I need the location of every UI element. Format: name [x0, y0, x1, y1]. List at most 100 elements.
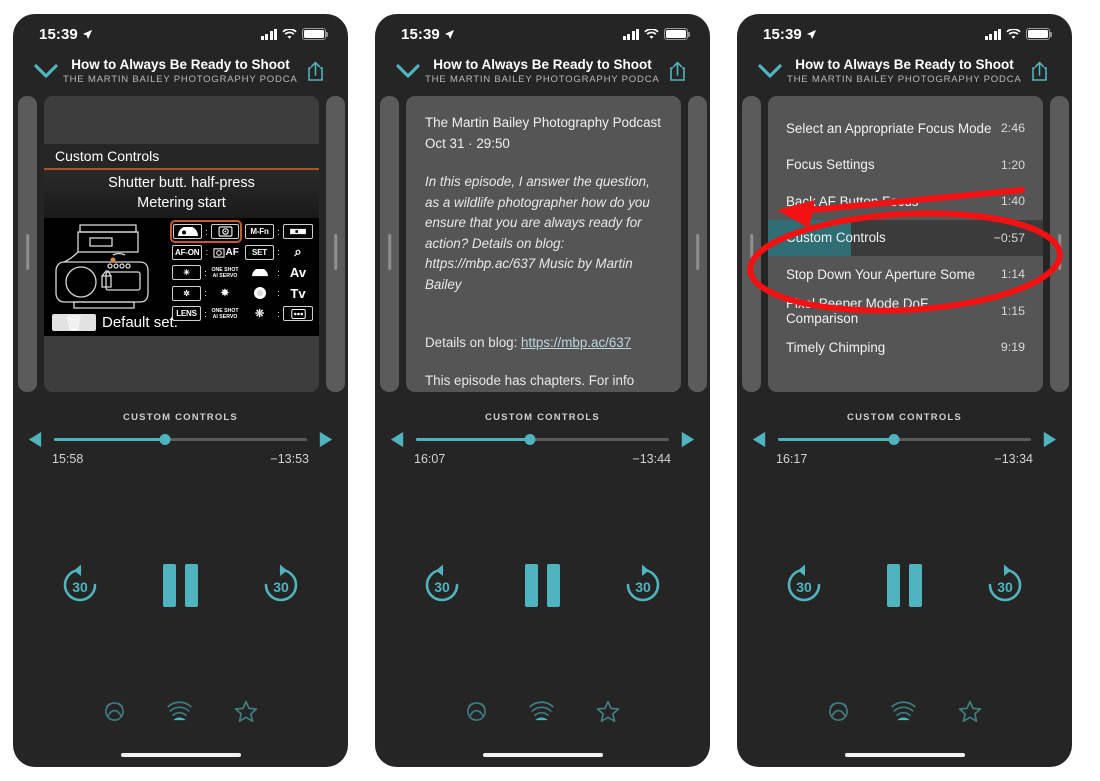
wifi-icon — [282, 28, 297, 39]
share-button[interactable] — [298, 61, 332, 82]
carousel-next-card[interactable] — [326, 96, 345, 392]
phone-screen-1: 15:39 How to Always Be Ready to Shoot TH… — [13, 14, 348, 767]
sleep-timer-button[interactable] — [828, 701, 849, 727]
aperture-icon: ✵ — [220, 287, 230, 299]
carousel-grip — [333, 234, 338, 270]
episode-title: How to Always Be Ready to Shoot — [795, 56, 1014, 72]
skip-forward-30-label: 30 — [997, 579, 1013, 595]
favorite-button[interactable] — [234, 700, 258, 728]
m-fn-key-label: M-Fn — [245, 224, 274, 239]
chapter-row[interactable]: Timely Chimping 9:19 — [768, 329, 1043, 366]
wifi-icon — [1006, 28, 1021, 39]
sleep-timer-button[interactable] — [466, 701, 487, 727]
remaining-time: −13:34 — [994, 452, 1033, 466]
artwork-carousel-3[interactable]: Select an Appropriate Focus Mode 2:46 Fo… — [737, 96, 1072, 404]
time-labels: 16:07 −13:44 — [388, 449, 697, 466]
share-button[interactable] — [660, 61, 694, 82]
progress-slider[interactable] — [416, 433, 669, 447]
chapter-list[interactable]: Select an Appropriate Focus Mode 2:46 Fo… — [768, 96, 1043, 392]
chapter-row-active[interactable]: Custom Controls −0:57 — [768, 219, 1043, 256]
status-bar: 15:39 — [13, 14, 348, 48]
progress-knob[interactable] — [159, 434, 171, 445]
next-chapter-button[interactable] — [678, 430, 697, 449]
camera-row-af-on: AF-ON : AF — [172, 243, 240, 262]
skip-back-30-button[interactable]: 30 — [781, 562, 827, 608]
previous-chapter-button[interactable] — [26, 430, 45, 449]
chapter-row[interactable]: Back AF Button Focus 1:40 — [768, 183, 1043, 220]
star-icon — [958, 700, 981, 722]
carousel-prev-card[interactable] — [742, 96, 761, 392]
home-indicator — [844, 752, 965, 757]
time-labels: 16:17 −13:34 — [750, 449, 1059, 466]
progress-knob[interactable] — [888, 434, 900, 445]
metering-start-icon — [211, 224, 239, 239]
row-separator: : — [204, 267, 207, 278]
phone-screen-3: 15:39 How to Always Be Ready to Shoot TH… — [737, 14, 1072, 767]
remaining-time: −13:53 — [270, 452, 309, 466]
carousel-prev-card[interactable] — [380, 96, 399, 392]
location-arrow-icon — [806, 29, 816, 39]
elapsed-time: 16:07 — [414, 452, 446, 466]
skip-back-30-button[interactable]: 30 — [419, 562, 465, 608]
carousel-grip — [387, 234, 392, 270]
notes-chapters-note: This episode has chapters. For info visi… — [425, 372, 635, 388]
pause-bar — [163, 563, 176, 607]
pause-button[interactable] — [163, 563, 198, 607]
carousel-prev-card[interactable] — [18, 96, 37, 392]
cellular-bars-icon — [260, 28, 277, 40]
chapter-row[interactable]: Focus Settings 1:20 — [768, 147, 1043, 184]
notes-blog-line: Details on blog: https://mbp.ac/637 — [425, 333, 662, 354]
sleep-timer-button[interactable] — [104, 701, 125, 727]
next-chapter-button[interactable] — [316, 430, 335, 449]
airplay-button[interactable] — [890, 700, 916, 728]
bottom-bar-1 — [13, 691, 348, 768]
chapter-row[interactable]: Select an Appropriate Focus Mode 2:46 — [768, 110, 1043, 147]
previous-chapter-button[interactable] — [388, 430, 407, 449]
collapse-player-button[interactable] — [29, 63, 63, 79]
carousel-next-card[interactable] — [688, 96, 707, 392]
carousel-current-card[interactable]: The Martin Bailey Photography Podcast Oc… — [406, 96, 681, 392]
camera-menu-titlebar: Custom Controls — [44, 144, 319, 170]
next-chapter-button[interactable] — [1040, 430, 1059, 449]
previous-chapter-button[interactable] — [750, 430, 769, 449]
status-indicators — [260, 28, 329, 40]
set-key-label: SET — [245, 244, 274, 260]
status-time-group: 15:39 — [401, 26, 455, 43]
pause-button[interactable] — [525, 563, 560, 607]
notes-blog-link[interactable]: https://mbp.ac/637 — [521, 335, 631, 350]
skip-back-30-label: 30 — [796, 579, 812, 595]
carousel-next-card[interactable] — [1050, 96, 1069, 392]
player-header: How to Always Be Ready to Shoot THE MART… — [13, 48, 348, 94]
chapter-duration: 1:40 — [1000, 194, 1025, 209]
skip-back-30-button[interactable]: 30 — [57, 562, 103, 608]
chevron-down-icon — [758, 63, 782, 78]
collapse-player-button[interactable] — [391, 63, 425, 79]
pause-bar — [887, 563, 900, 607]
favorite-button[interactable] — [596, 700, 620, 728]
artwork-carousel-1[interactable]: Custom Controls Shutter butt. half-press… — [13, 96, 348, 404]
show-notes-panel[interactable]: The Martin Bailey Photography Podcast Oc… — [406, 96, 681, 392]
carousel-current-card[interactable]: Custom Controls Shutter butt. half-press… — [44, 96, 319, 392]
progress-knob[interactable] — [524, 434, 536, 445]
chapter-row[interactable]: Pixel Peeper Mode DoF Comparison 1:15 — [768, 293, 1043, 330]
chapter-row[interactable]: Stop Down Your Aperture Some 1:14 — [768, 256, 1043, 293]
favorite-button[interactable] — [958, 700, 982, 728]
skip-forward-30-button[interactable]: 30 — [258, 562, 304, 608]
pause-button[interactable] — [887, 563, 922, 607]
airplay-button[interactable] — [528, 700, 554, 728]
phone-screen-2: 15:39 How to Always Be Ready to Shoot TH… — [375, 14, 710, 767]
share-button[interactable] — [1022, 61, 1056, 82]
main-dial-icon — [245, 265, 274, 280]
artwork-carousel-2[interactable]: The Martin Bailey Photography Podcast Oc… — [375, 96, 710, 404]
camera-row-main-dial: : Av — [245, 263, 313, 282]
skip-forward-30-button[interactable]: 30 — [982, 562, 1028, 608]
collapse-player-button[interactable] — [753, 63, 787, 79]
progress-slider[interactable] — [54, 433, 307, 447]
carousel-current-card[interactable]: Select an Appropriate Focus Mode 2:46 Fo… — [768, 96, 1043, 392]
carousel-grip — [1057, 234, 1062, 270]
skip-forward-30-button[interactable]: 30 — [620, 562, 666, 608]
av-value-label: Av — [289, 265, 307, 280]
camera-control-col-left: : AF-ON : AF ✳: ONE SHOT AI SERVO ✲: ✵… — [170, 220, 242, 323]
progress-slider[interactable] — [778, 433, 1031, 447]
airplay-button[interactable] — [166, 700, 192, 728]
